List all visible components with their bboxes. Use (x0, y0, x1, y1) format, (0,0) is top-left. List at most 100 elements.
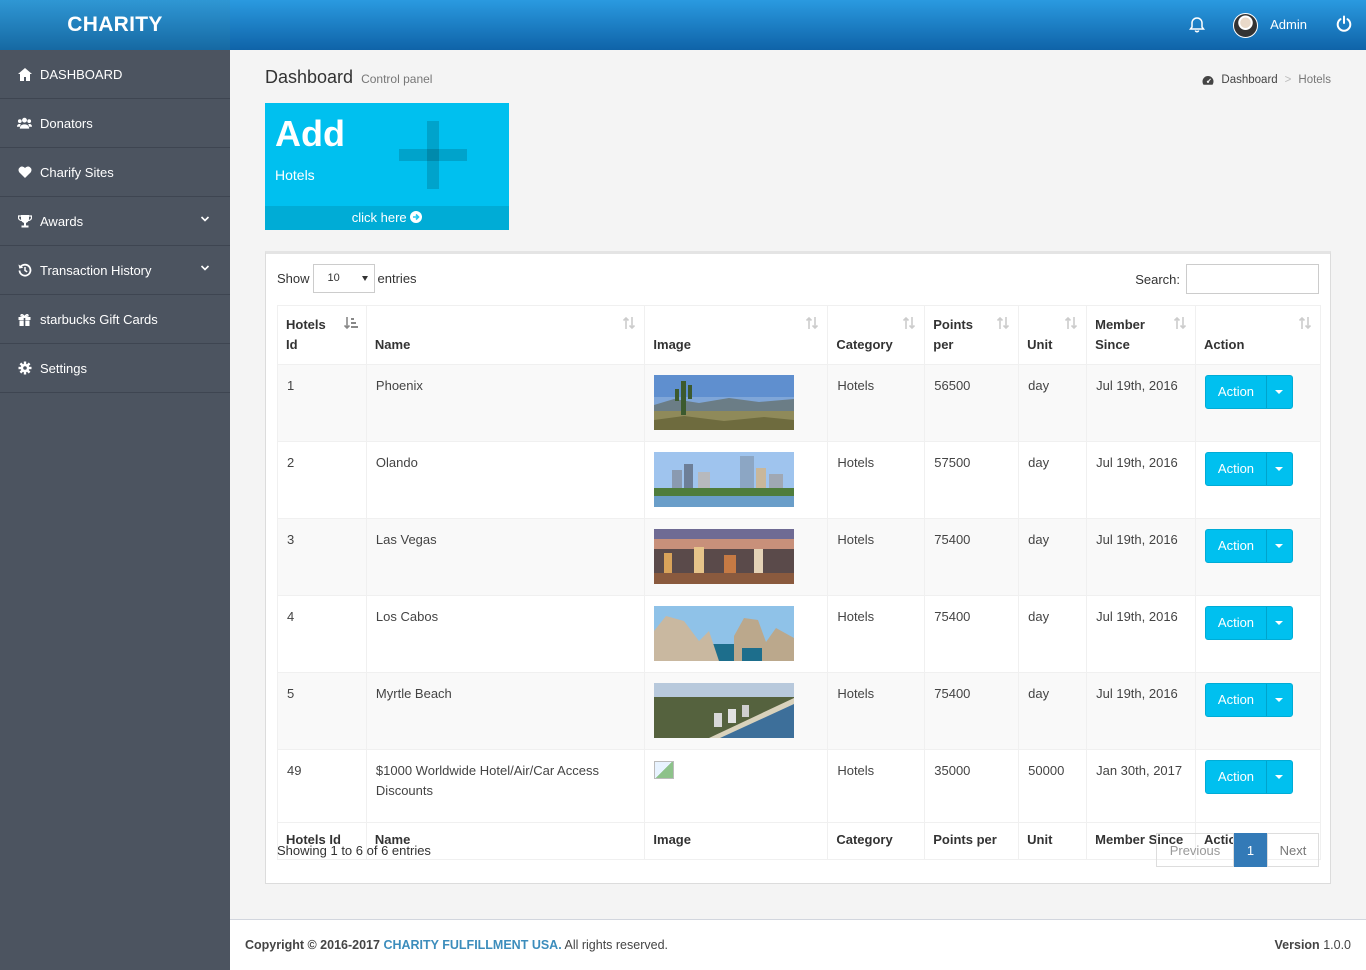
action-button-label[interactable]: Action (1206, 761, 1267, 793)
breadcrumb: Dashboard > Hotels (1202, 74, 1331, 86)
cell-image (644, 749, 829, 823)
page-title: Dashboard Control panel (265, 67, 432, 88)
entries-select[interactable]: 10 (312, 264, 375, 293)
cell-action: Action (1194, 441, 1322, 519)
user-name[interactable]: Admin (1270, 17, 1307, 32)
sidebar-item-settings[interactable]: Settings (0, 344, 230, 393)
search-input[interactable] (1186, 264, 1319, 294)
pagination-next[interactable]: Next (1267, 833, 1319, 867)
hotels-table: Hotels Id Name Image Category Points per… (277, 305, 1322, 860)
company-link[interactable]: CHARITY FULFILLMENT USA. (383, 938, 561, 952)
action-dropdown-toggle[interactable] (1267, 607, 1292, 639)
action-button[interactable]: Action (1204, 760, 1293, 794)
sidebar-item-awards[interactable]: Awards (0, 197, 230, 246)
sort-icon (1173, 316, 1187, 330)
action-dropdown-toggle[interactable] (1267, 376, 1292, 408)
caret-down-icon (1275, 390, 1284, 394)
pagination-previous[interactable]: Previous (1156, 833, 1234, 867)
cell-id: 4 (277, 595, 367, 673)
click-here-label: click here (351, 210, 407, 225)
sidebar-item-label: Donators (40, 115, 93, 131)
table-row: 3 Las Vegas Hotels 75400 day Jul 19th, 2… (277, 518, 1322, 596)
column-header-category[interactable]: Category (827, 305, 926, 365)
sidebar-item-transaction-history[interactable]: Transaction History (0, 246, 230, 295)
column-header-points-per[interactable]: Points per (924, 305, 1020, 365)
home-icon (17, 67, 32, 81)
footer-header-image: Image (644, 822, 829, 860)
caret-down-icon (1275, 698, 1284, 702)
action-dropdown-toggle[interactable] (1267, 684, 1292, 716)
cell-image (644, 595, 829, 673)
sidebar-item-donators[interactable]: Donators (0, 99, 230, 148)
bell-icon[interactable] (1188, 16, 1206, 34)
cell-action: Action (1194, 518, 1322, 596)
orlando-photo (654, 452, 795, 507)
cell-name: $1000 Worldwide Hotel/Air/Car Access Dis… (365, 749, 646, 823)
table-header-row: Hotels Id Name Image Category Points per… (277, 305, 1322, 365)
table-row: 49 $1000 Worldwide Hotel/Air/Car Access … (277, 749, 1322, 823)
table-row: 5 Myrtle Beach Hotels 75400 day Jul 19th… (277, 672, 1322, 750)
sidebar-item-starbucks-gift-cards[interactable]: starbucks Gift Cards (0, 295, 230, 344)
version-number: 1.0.0 (1323, 938, 1351, 952)
table-row: 2 Olando Hotels 57500 day Jul 19th, 2016… (277, 441, 1322, 519)
caret-down-icon (1275, 621, 1284, 625)
column-header-unit[interactable]: Unit (1018, 305, 1088, 365)
cell-category: Hotels (827, 441, 926, 519)
sort-icon (997, 316, 1010, 330)
broken-image-icon (654, 761, 675, 779)
breadcrumb-home-link[interactable]: Dashboard (1221, 74, 1277, 86)
action-button[interactable]: Action (1204, 683, 1293, 717)
action-button[interactable]: Action (1204, 606, 1293, 640)
action-button-label[interactable]: Action (1206, 376, 1267, 408)
column-header-member-since[interactable]: Member Since (1086, 305, 1196, 365)
action-dropdown-toggle[interactable] (1267, 530, 1292, 562)
sidebar-item-label: DASHBOARD (40, 66, 123, 82)
cell-name: Phoenix (365, 364, 646, 442)
pagination-page[interactable]: 1 (1234, 833, 1267, 867)
sort-icon (1298, 316, 1312, 330)
cell-id: 1 (277, 364, 367, 442)
cell-action: Action (1194, 672, 1322, 750)
sidebar-item-dashboard[interactable]: DASHBOARD (0, 50, 230, 99)
cell-unit: day (1018, 441, 1088, 519)
action-button[interactable]: Action (1204, 375, 1293, 409)
cell-name: Myrtle Beach (365, 672, 646, 750)
power-icon[interactable] (1335, 15, 1353, 33)
page-footer: Copyright © 2016-2017 CHARITY FULFILLMEN… (230, 919, 1366, 970)
action-button-label[interactable]: Action (1206, 684, 1267, 716)
gear-icon (17, 361, 32, 375)
column-header-image[interactable]: Image (644, 305, 829, 365)
brand-logo[interactable]: CHARITY (0, 0, 230, 50)
action-dropdown-toggle[interactable] (1267, 761, 1292, 793)
sidebar-item-charify-sites[interactable]: Charify Sites (0, 148, 230, 197)
hotels-table-panel: Show 10 entries Search: Hotels Id Name I… (265, 251, 1331, 884)
rights-text: All rights reserved. (564, 938, 668, 952)
column-header-name[interactable]: Name (365, 305, 646, 365)
caret-down-icon (361, 276, 368, 281)
click-here-link[interactable]: click here (265, 206, 509, 230)
add-hotels-box[interactable]: Add Hotels click here (265, 103, 509, 230)
column-header-action[interactable]: Action (1194, 305, 1322, 365)
top-navbar: Admin (230, 0, 1366, 50)
action-button-label[interactable]: Action (1206, 453, 1267, 485)
search-label: Search: (1135, 271, 1180, 287)
cell-category: Hotels (827, 364, 926, 442)
pagination: Previous 1 Next (1156, 833, 1319, 867)
avatar[interactable] (1233, 13, 1258, 38)
action-button[interactable]: Action (1204, 452, 1293, 486)
action-dropdown-toggle[interactable] (1267, 453, 1292, 485)
action-button[interactable]: Action (1204, 529, 1293, 563)
cell-unit: day (1018, 364, 1088, 442)
table-row: 1 Phoenix Hotels 56500 day Jul 19th, 201… (277, 364, 1322, 442)
entries-label: entries (377, 271, 417, 286)
action-button-label[interactable]: Action (1206, 530, 1267, 562)
footer-header-category: Category (827, 822, 926, 860)
action-button-label[interactable]: Action (1206, 607, 1267, 639)
las-vegas-photo (654, 529, 795, 584)
caret-down-icon (1275, 544, 1284, 548)
cell-unit: day (1018, 672, 1088, 750)
version-label: Version (1274, 938, 1320, 952)
sort-icon (903, 316, 916, 330)
column-header-hotels-id[interactable]: Hotels Id (277, 305, 367, 365)
sidebar-item-label: Transaction History (40, 262, 152, 278)
